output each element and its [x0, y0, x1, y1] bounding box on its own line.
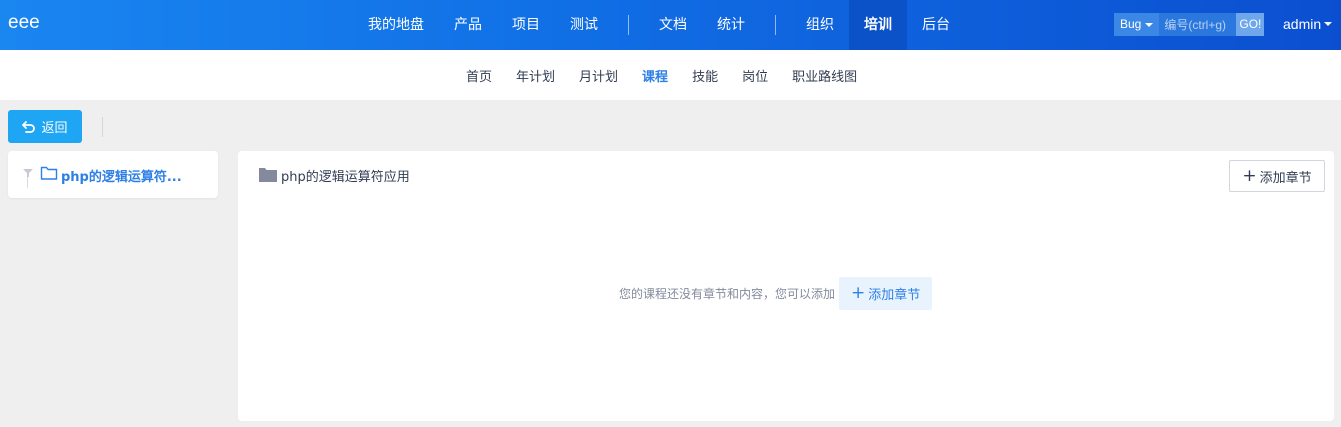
empty-add-chapter-button[interactable]: + 添加章节: [839, 277, 933, 310]
nav-item-training[interactable]: 培训: [849, 0, 907, 50]
search-type-dropdown[interactable]: Bug: [1114, 13, 1160, 36]
tree-node-course[interactable]: php的逻辑运算符...: [61, 166, 182, 185]
search-input[interactable]: [1159, 13, 1237, 36]
toolbar-divider: [102, 117, 103, 137]
top-header: eee 我的地盘 产品 项目 测试 文档 统计 组织 培训 后台 Bug GO!…: [0, 0, 1341, 50]
funnel-icon[interactable]: [23, 169, 33, 177]
back-button[interactable]: 返回: [8, 110, 82, 143]
empty-add-chapter-label: 添加章节: [868, 288, 921, 303]
course-content-panel: php的逻辑运算符应用 + 添加章节 您的课程还没有章节和内容，您可以添加 + …: [238, 151, 1334, 421]
search-go-button[interactable]: GO!: [1236, 13, 1265, 36]
subnav-item-month-plan[interactable]: 月计划: [567, 66, 630, 85]
add-chapter-label: 添加章节: [1259, 170, 1312, 186]
nav-item-doc[interactable]: 文档: [644, 0, 702, 50]
empty-state: 您的课程还没有章节和内容，您可以添加 + 添加章节: [619, 277, 933, 310]
brand-logo[interactable]: eee: [8, 12, 40, 34]
subnav-item-career-roadmap[interactable]: 职业路线图: [780, 66, 869, 85]
back-button-label: 返回: [41, 121, 68, 136]
nav-item-admin[interactable]: 后台: [907, 0, 965, 50]
subnav-item-course[interactable]: 课程: [630, 66, 680, 85]
empty-state-text: 您的课程还没有章节和内容，您可以添加: [619, 287, 836, 301]
folder-outline-icon: [40, 166, 58, 180]
nav-item-project[interactable]: 项目: [497, 0, 555, 50]
nav-item-product[interactable]: 产品: [439, 0, 497, 50]
subnav-item-home[interactable]: 首页: [454, 66, 504, 85]
plus-icon: +: [851, 283, 866, 303]
chevron-down-icon: [1145, 22, 1154, 27]
undo-arrow-icon: [22, 120, 36, 133]
subnav-item-skill[interactable]: 技能: [680, 66, 730, 85]
main-nav: 我的地盘 产品 项目 测试 文档 统计 组织 培训 后台: [353, 0, 965, 50]
user-menu[interactable]: admin: [1283, 16, 1333, 32]
chevron-down-icon: [1324, 22, 1333, 26]
subnav-item-year-plan[interactable]: 年计划: [504, 66, 567, 85]
nav-divider: [628, 15, 629, 35]
nav-divider: [775, 15, 776, 35]
user-name: admin: [1283, 16, 1322, 32]
course-tree-panel: php的逻辑运算符...: [8, 151, 218, 198]
subnav-item-position[interactable]: 岗位: [730, 66, 780, 85]
plus-icon: +: [1242, 165, 1257, 186]
nav-item-stats[interactable]: 统计: [702, 0, 760, 50]
folder-filled-icon: [259, 168, 277, 182]
tree-connector: [27, 177, 28, 188]
search-type-label: Bug: [1120, 17, 1142, 31]
nav-item-org[interactable]: 组织: [791, 0, 849, 50]
sub-nav: 首页 年计划 月计划 课程 技能 岗位 职业路线图: [0, 50, 1341, 100]
nav-item-my-space[interactable]: 我的地盘: [353, 0, 439, 50]
add-chapter-button[interactable]: + 添加章节: [1229, 160, 1325, 192]
search-box: Bug GO!: [1114, 13, 1265, 36]
nav-item-test[interactable]: 测试: [555, 0, 613, 50]
content-title: php的逻辑运算符应用: [281, 170, 410, 185]
